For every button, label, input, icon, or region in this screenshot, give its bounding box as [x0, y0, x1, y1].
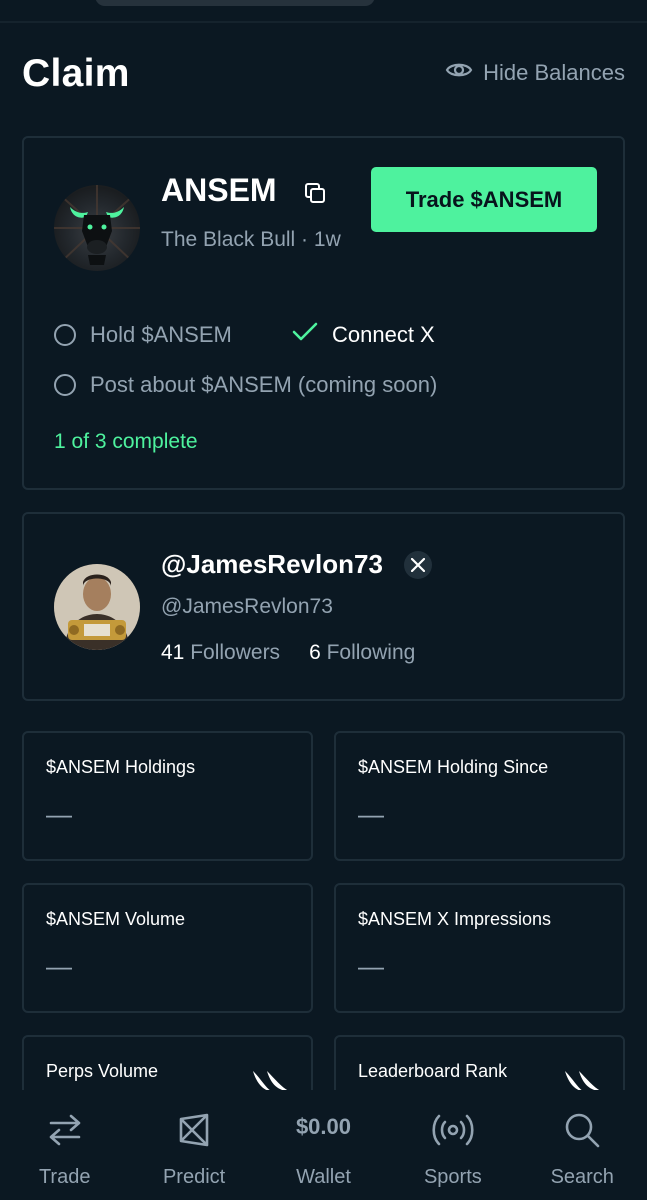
status-pill — [95, 0, 375, 6]
nav-label: Trade — [38, 1166, 91, 1188]
page-title: Claim — [22, 52, 130, 95]
search-icon — [518, 1110, 647, 1150]
nav-sports[interactable]: Sports — [388, 1090, 517, 1200]
stat-label: $ANSEM Volume — [46, 909, 186, 929]
following-label: Following — [326, 641, 416, 664]
profile-username: @JamesRevlon73 — [161, 595, 333, 618]
token-claim-card: ANSEM The Black Bull · 1w Trade $ANSEM H… — [22, 136, 625, 490]
followers-label: Followers — [190, 641, 281, 664]
predict-icon — [129, 1110, 258, 1150]
profile-stats: 41 Followers 6 Following — [161, 641, 415, 665]
progress-status: 1 of 3 complete — [54, 430, 198, 453]
stat-card-volume: $ANSEM Volume — — [22, 883, 313, 1013]
unchecked-circle-icon — [54, 374, 76, 396]
nav-predict[interactable]: Predict — [129, 1090, 258, 1200]
nav-trade[interactable]: Trade — [0, 1090, 129, 1200]
wallet-balance: $0.00 — [295, 1114, 351, 1139]
task-hold: Hold $ANSEM — [54, 322, 232, 348]
followers-count: 41 — [161, 641, 185, 664]
bottom-nav: Trade Predict $0.00 Wallet Sports Search — [0, 1090, 647, 1200]
following-stat[interactable]: 6 Following — [309, 641, 415, 665]
stat-card-holdings: $ANSEM Holdings — — [22, 731, 313, 861]
broadcast-icon — [388, 1110, 517, 1150]
top-divider — [0, 21, 647, 23]
nav-label: Predict — [162, 1166, 226, 1188]
followers-stat[interactable]: 41 Followers — [161, 641, 280, 665]
nav-label: Wallet — [296, 1166, 351, 1188]
hide-balances-label: Hide Balances — [483, 60, 625, 85]
token-name: ANSEM — [161, 172, 277, 208]
x-logo-icon — [404, 551, 432, 579]
nav-search[interactable]: Search — [518, 1090, 647, 1200]
task-label: Post about $ANSEM (coming soon) — [90, 372, 438, 397]
trade-token-button[interactable]: Trade $ANSEM — [371, 167, 597, 232]
stat-value: — — [46, 951, 72, 981]
profile-card: @JamesRevlon73 @JamesRevlon73 41 Followe… — [22, 512, 625, 701]
stat-value: — — [358, 799, 384, 829]
nav-wallet[interactable]: $0.00 Wallet — [259, 1090, 388, 1200]
stat-card-holding-since: $ANSEM Holding Since — — [334, 731, 625, 861]
stat-value: — — [46, 799, 72, 829]
stat-value: — — [358, 951, 384, 981]
stat-label: $ANSEM Holdings — [46, 757, 196, 777]
stat-label: Perps Volume — [46, 1061, 159, 1081]
arrows-swap-icon — [0, 1110, 129, 1150]
hide-balances-button[interactable]: Hide Balances — [445, 60, 625, 86]
stat-label: Leaderboard Rank — [358, 1061, 508, 1081]
nav-label: Sports — [423, 1166, 482, 1188]
nav-label: Search — [550, 1166, 614, 1188]
stat-card-x-impressions: $ANSEM X Impressions — — [334, 883, 625, 1013]
stat-label: $ANSEM X Impressions — [358, 909, 552, 929]
task-label: Hold $ANSEM — [90, 322, 232, 347]
following-count: 6 — [309, 641, 321, 664]
task-post: Post about $ANSEM (coming soon) — [54, 372, 437, 398]
copy-icon[interactable] — [303, 181, 327, 210]
token-avatar — [54, 185, 140, 271]
eye-icon — [445, 60, 473, 86]
unchecked-circle-icon — [54, 324, 76, 346]
token-subtitle: The Black Bull · 1w — [161, 228, 341, 251]
checkmark-icon — [292, 322, 318, 348]
profile-display-handle: @JamesRevlon73 — [161, 549, 383, 579]
task-connect-x: Connect X — [292, 322, 435, 348]
avatar — [54, 564, 140, 650]
task-label: Connect X — [332, 322, 435, 347]
stat-label: $ANSEM Holding Since — [358, 757, 549, 777]
